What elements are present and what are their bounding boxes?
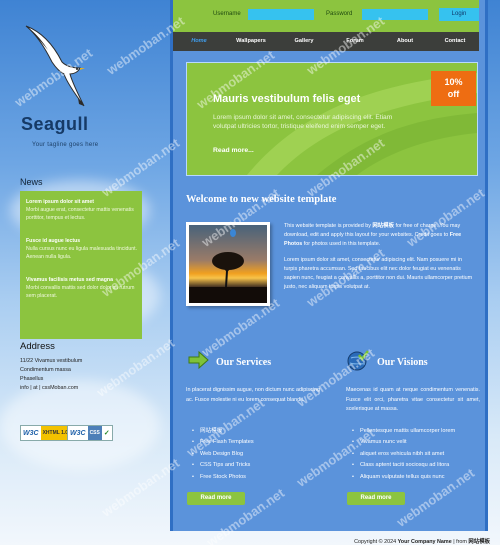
footer-copyright: Copyright © 2024 <box>354 539 398 545</box>
nav-forum[interactable]: Forum <box>331 32 379 51</box>
news-panel: Lorem ipsum dolor sit amet Morbi augue e… <box>20 191 142 339</box>
footer-company-link[interactable]: Your Company Name <box>398 539 452 545</box>
banner-title: Mauris vestibulum felis eget <box>213 93 361 105</box>
visions-list-item[interactable]: Vivamus nunc velit <box>352 437 455 448</box>
nav-about[interactable]: About <box>379 32 431 51</box>
services-arrow-icon <box>188 350 209 370</box>
services-heading: Our Services <box>216 357 272 368</box>
brand-link[interactable]: 网站模板 <box>372 223 394 229</box>
address-line: info | at | cssMoban.com <box>20 385 79 391</box>
services-text: In placerat dignissim augue, non dictum … <box>186 387 320 403</box>
check-icon: ✓ <box>103 430 110 437</box>
tree-silhouette-icon <box>189 229 267 303</box>
w3c-logo-icon: W3C <box>21 429 41 437</box>
news-item: Lorem ipsum dolor sit amet Morbi augue e… <box>26 198 138 222</box>
visions-list-item[interactable]: Class aptent taciti sociosqu ad litora <box>352 460 455 471</box>
visions-list-item[interactable]: aliquet eros vehicula nibh sit amet <box>352 449 455 460</box>
footer-separator: | from <box>451 539 469 545</box>
css-valid-badge[interactable]: W3C CSS ✓ <box>67 425 113 441</box>
address-line: 11/22 Vivamus vestibulum <box>20 358 83 364</box>
news-item-title[interactable]: Lorem ipsum dolor sit amet <box>26 198 138 206</box>
visions-list-item[interactable]: Pellentesque mattis ullamcorper lorem <box>352 426 455 437</box>
site-title: Seagull <box>21 114 89 134</box>
main-nav: Home Wallpapers Gallery Forum About Cont… <box>173 32 479 51</box>
services-read-more-button[interactable]: Read more <box>187 492 245 505</box>
news-item: Vivamus facilisis metus sed magna Morbi … <box>26 276 138 300</box>
sunset-tree-image <box>189 225 267 303</box>
welcome-heading: Welcome to new website template <box>186 194 337 205</box>
password-input[interactable] <box>362 9 428 20</box>
services-list-item[interactable]: Web Design Blog <box>192 449 254 460</box>
nav-wallpapers[interactable]: Wallpapers <box>225 32 277 51</box>
visions-list: Pellentesque mattis ullamcorper lorem Vi… <box>352 426 455 483</box>
globe-check-icon <box>347 350 369 371</box>
welcome-text: This website template is provided by <box>284 223 373 229</box>
username-label: Username <box>213 11 241 17</box>
visions-heading: Our Visions <box>377 357 428 368</box>
news-item-title[interactable]: Vivamus facilisis metus sed magna <box>26 276 138 284</box>
discount-badge: 10% off <box>431 71 476 106</box>
banner-text: Lorem ipsum dolor sit amet, consectetur … <box>213 114 393 130</box>
password-label: Password <box>326 11 353 17</box>
nav-home[interactable]: Home <box>173 32 225 51</box>
username-input[interactable] <box>248 9 314 20</box>
address-line: Condimentum massa <box>20 367 71 373</box>
news-heading: News <box>20 177 43 187</box>
services-list-item[interactable]: Free Flash Templates <box>192 437 254 448</box>
discount-label: off <box>447 89 460 99</box>
banner-read-more-link[interactable]: Read more... <box>213 147 254 154</box>
visions-read-more-button[interactable]: Read more <box>347 492 405 505</box>
address-heading: Address <box>20 341 55 352</box>
news-item-body: Nulla cursus nunc eu ligula malesuada ti… <box>26 246 138 260</box>
address-block: 11/22 Vivamus vestibulum Condimentum mas… <box>20 357 82 393</box>
badge-label: XHTML 1.0 <box>40 426 71 440</box>
visions-text: Maecenas id quam at neque condimentum ve… <box>346 387 480 412</box>
welcome-text: for photos used in this template. <box>302 241 381 247</box>
visions-list-item[interactable]: Aliquam vulputate tellus quis nunc <box>352 472 455 483</box>
address-line: Phasellus <box>20 376 44 382</box>
welcome-paragraph-1: This website template is provided by 网站模… <box>284 222 476 249</box>
seagull-logo-icon <box>25 25 85 107</box>
footer: Copyright © 2024 Your Company Name | fro… <box>354 537 490 545</box>
news-item: Fusce id augue lectus Nulla cursus nunc … <box>26 237 138 261</box>
sunset-photo <box>186 222 270 306</box>
w3c-logo-icon: W3C <box>68 429 88 437</box>
discount-value: 10% <box>444 77 463 87</box>
login-button[interactable]: Login <box>439 8 479 21</box>
services-list-item[interactable]: 网站模板 <box>192 426 254 437</box>
news-item-body: Morbi convallis mattis sed dolor dolor s… <box>26 285 135 299</box>
nav-contact[interactable]: Contact <box>431 32 479 51</box>
news-item-title[interactable]: Fusce id augue lectus <box>26 237 138 245</box>
site-tagline: Your tagline goes here <box>32 142 99 148</box>
badge-label: CSS <box>87 426 102 440</box>
services-list-item[interactable]: CSS Tips and Tricks <box>192 460 254 471</box>
services-list: 网站模板 Free Flash Templates Web Design Blo… <box>192 426 254 483</box>
nav-gallery[interactable]: Gallery <box>277 32 331 51</box>
services-list-item[interactable]: Free Stock Photos <box>192 472 254 483</box>
welcome-paragraph-2: Lorem ipsum dolor sit amet, consectetur … <box>284 257 473 290</box>
news-item-body: Morbi augue erat, consectetur mattis ven… <box>26 207 134 221</box>
footer-brand-link[interactable]: 网站模板 <box>468 539 490 545</box>
